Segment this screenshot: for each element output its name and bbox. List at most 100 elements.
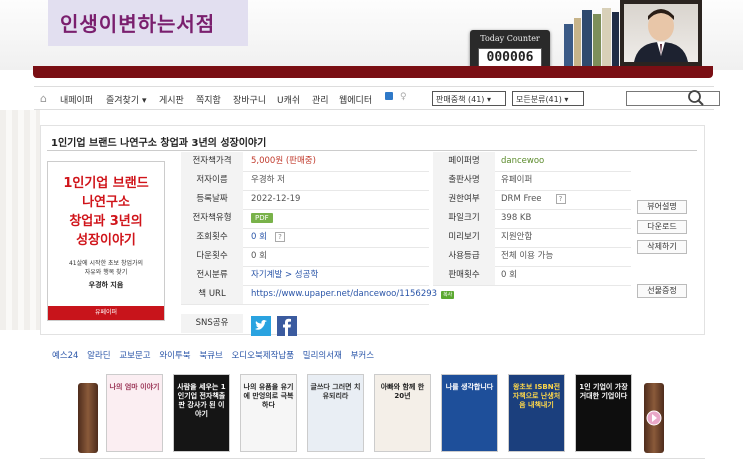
cover-title-line: 창업과 3년의 bbox=[69, 214, 143, 229]
thumbnail-title: 나의 엄마 이야기 bbox=[109, 383, 160, 391]
label-reg-date: 등록날짜 bbox=[181, 190, 243, 209]
value-file-size: 398 KB bbox=[501, 213, 532, 223]
store-link-y2book[interactable]: 와이투북 bbox=[159, 351, 190, 361]
label-publisher: 출판사명 bbox=[433, 171, 495, 190]
store-link-audiobook[interactable]: 오디오북제작납품 bbox=[231, 351, 294, 361]
thumbnail-title: 나를 생각합니다 bbox=[445, 383, 494, 391]
chevron-down-icon: ▾ bbox=[561, 95, 569, 104]
site-title[interactable]: 인생이변하는서점 bbox=[60, 8, 215, 37]
download-button[interactable]: 다운로드 bbox=[637, 220, 687, 234]
delete-button[interactable]: 삭제하기 bbox=[637, 240, 687, 254]
carousel-next-button[interactable] bbox=[644, 383, 664, 453]
label-book-url: 책 URL bbox=[181, 285, 243, 304]
sort-select[interactable]: 판매중책 (41) ▾ bbox=[432, 91, 506, 106]
cover-title-line: 1인기업 브랜드 bbox=[63, 176, 149, 191]
label-author: 저자이름 bbox=[181, 171, 243, 190]
pdf-badge: PDF bbox=[251, 213, 273, 223]
store-link-bookcube[interactable]: 북큐브 bbox=[199, 351, 222, 361]
bottom-divider bbox=[40, 458, 705, 459]
label-views: 조회횟수 bbox=[181, 228, 243, 247]
thumbnail-title: 나의 유품을 유기에 만엉의로 극복하다 bbox=[243, 383, 294, 409]
search-input[interactable] bbox=[626, 91, 720, 106]
book-cover[interactable]: 1인기업 브랜드 나연구소 창업과 3년의 성장이야기 41살에 시작한 초보 … bbox=[47, 161, 165, 321]
store-link-millie[interactable]: 밀리의서재 bbox=[303, 351, 342, 361]
value-publisher: 유페이퍼 bbox=[501, 175, 533, 185]
viewer-guide-button[interactable]: 뷰어설명 bbox=[637, 200, 687, 214]
nav-ucash[interactable]: U캐쉬 bbox=[277, 93, 300, 106]
thumbnail-title: 사람을 세우는 1인기업 전자책출판 강사가 된 이야기 bbox=[177, 383, 226, 418]
cover-title-line: 나연구소 bbox=[82, 195, 130, 210]
drm-status: DRM Free bbox=[501, 194, 542, 204]
nav-my-paper[interactable]: 내페이퍼 bbox=[60, 93, 93, 106]
label-sns-share: SNS공유 bbox=[181, 314, 243, 333]
value-author: 우경하 저 bbox=[251, 175, 285, 185]
search-icon[interactable] bbox=[687, 89, 705, 107]
nav-favorites[interactable]: 즐겨찾기 ▾ bbox=[106, 93, 147, 106]
related-book-thumbnail[interactable]: 나의 엄마 이야기 bbox=[106, 374, 163, 452]
category-select[interactable]: 모든분류(41) ▾ bbox=[512, 91, 584, 106]
value-downloads: 0 회 bbox=[251, 251, 267, 261]
value-preview: 지원안함 bbox=[501, 232, 533, 242]
book-title: 1인기업 브랜드 나연구소 창업과 3년의 성장이야기 bbox=[51, 138, 267, 149]
carousel-prev-button[interactable] bbox=[78, 383, 98, 453]
cover-subtitle: 41살에 시작한 초보 창업가의 bbox=[68, 260, 144, 267]
label-file-size: 파일크기 bbox=[433, 209, 495, 228]
label-category: 전시분류 bbox=[181, 266, 243, 285]
store-link-bookers[interactable]: 부커스 bbox=[351, 351, 374, 361]
cover-title-line: 성장이야기 bbox=[76, 233, 136, 248]
profile-portrait bbox=[620, 0, 702, 66]
help-icon[interactable]: ? bbox=[555, 194, 566, 204]
related-book-thumbnail[interactable]: 글쓰다 그러면 치유되리라 bbox=[307, 374, 364, 452]
related-book-thumbnail[interactable]: 아빠와 함께 한 20년 bbox=[374, 374, 431, 452]
nav-web-editor[interactable]: 웹에디터 bbox=[339, 93, 372, 106]
store-links: 예스24 알라딘 교보문고 와이투북 북큐브 오디오북제작납품 밀리의서재 부커… bbox=[52, 349, 380, 361]
gift-button[interactable]: 선물증정 bbox=[637, 284, 687, 298]
chevron-down-icon: ▾ bbox=[484, 95, 491, 104]
label-sales-count: 판매횟수 bbox=[433, 266, 495, 285]
nav-messages[interactable]: 쪽지함 bbox=[196, 93, 221, 106]
related-book-thumbnail[interactable]: 1인 기업이 가장 거대한 기업이다 bbox=[575, 374, 632, 452]
label-usage-grade: 사용등급 bbox=[433, 247, 495, 266]
home-icon[interactable]: ⌂ bbox=[40, 92, 47, 105]
help-icon[interactable]: ? bbox=[274, 232, 285, 242]
nav-cart[interactable]: 장바구니 bbox=[233, 93, 266, 106]
facebook-share-icon[interactable] bbox=[277, 316, 297, 336]
copy-url-badge[interactable]: 복사 bbox=[441, 291, 455, 299]
store-link-aladin[interactable]: 알라딘 bbox=[87, 351, 110, 361]
nav-manage[interactable]: 관리 bbox=[312, 93, 329, 106]
label-price: 전자책가격 bbox=[181, 152, 243, 171]
page-header: 인생이변하는서점 Today Counter 000006 bbox=[0, 0, 743, 78]
nav-favorites-label: 즐겨찾기 bbox=[106, 96, 140, 106]
book-url-link[interactable]: https://www.upaper.net/dancewoo/1156293 bbox=[251, 289, 437, 299]
banner-shelf bbox=[33, 66, 713, 78]
views-count[interactable]: 0 회 bbox=[251, 232, 267, 242]
value-category[interactable]: 자기계발 > 성공학 bbox=[251, 266, 318, 285]
related-book-thumbnail[interactable]: 나의 유품을 유기에 만엉의로 극복하다 bbox=[240, 374, 297, 452]
value-paper-name[interactable]: dancewoo bbox=[501, 152, 544, 171]
counter-value: 000006 bbox=[478, 48, 542, 67]
value-price: 5,000원 (판매중) bbox=[251, 156, 316, 166]
store-link-yes24[interactable]: 예스24 bbox=[52, 351, 78, 361]
row-divider bbox=[181, 304, 429, 305]
play-icon bbox=[646, 410, 662, 426]
nav-board[interactable]: 게시판 bbox=[159, 93, 184, 106]
row-divider bbox=[433, 285, 631, 286]
cover-author: 우경하 지음 bbox=[88, 281, 124, 289]
related-book-thumbnail[interactable]: 나를 생각합니다 bbox=[441, 374, 498, 452]
value-drm: DRM Free? bbox=[501, 190, 566, 209]
book-detail-panel: 1인기업 브랜드 나연구소 창업과 3년의 성장이야기 1인기업 브랜드 나연구… bbox=[40, 125, 705, 336]
value-reg-date: 2022-12-19 bbox=[251, 194, 301, 204]
related-book-thumbnail[interactable]: 왕초보 ISBN전자책으로 난생처음 내책내기 bbox=[508, 374, 565, 452]
related-books-carousel: 나의 엄마 이야기 사람을 세우는 1인기업 전자책출판 강사가 된 이야기 나의 … bbox=[70, 368, 680, 456]
store-link-kyobo[interactable]: 교보문고 bbox=[119, 351, 150, 361]
editor-badge-icon bbox=[385, 92, 393, 100]
cover-publisher-bar: 유페이퍼 bbox=[48, 306, 164, 320]
lightbulb-icon: ♀ bbox=[400, 92, 407, 102]
sort-select-value: 판매중책 (41) bbox=[436, 95, 485, 104]
title-divider bbox=[47, 150, 697, 151]
label-drm: 권한여부 bbox=[433, 190, 495, 209]
thumbnail-title: 1인 기업이 가장 거대한 기업이다 bbox=[579, 383, 628, 400]
related-book-thumbnail[interactable]: 사람을 세우는 1인기업 전자책출판 강사가 된 이야기 bbox=[173, 374, 230, 452]
value-sales-count: 0 회 bbox=[501, 270, 517, 280]
twitter-share-icon[interactable] bbox=[251, 316, 271, 336]
